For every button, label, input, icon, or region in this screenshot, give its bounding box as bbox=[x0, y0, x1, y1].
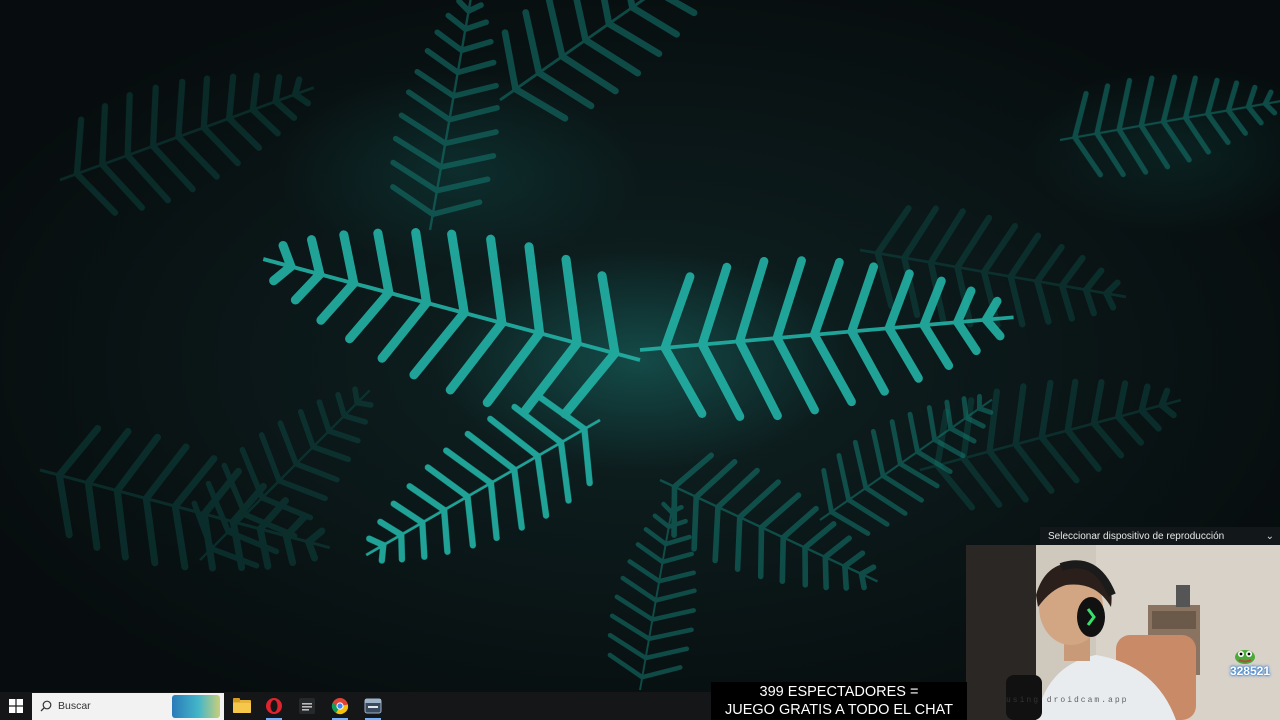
opera-icon bbox=[266, 698, 282, 714]
taskbar-chrome[interactable] bbox=[330, 696, 350, 720]
taskbar-file-explorer[interactable] bbox=[232, 696, 252, 716]
start-button[interactable] bbox=[0, 692, 32, 720]
webcam-overlay: using droidcam.app 328521 bbox=[966, 545, 1280, 720]
file-explorer-icon bbox=[233, 698, 251, 713]
search-highlight-image[interactable] bbox=[172, 695, 220, 718]
playback-device-selector[interactable]: Seleccionar dispositivo de reproducción … bbox=[1040, 527, 1280, 546]
follower-counter: 328521 bbox=[1229, 664, 1270, 678]
banner-line-2: JUEGO GRATIS A TODO EL CHAT bbox=[724, 702, 954, 718]
taskbar-game-launcher[interactable] bbox=[297, 696, 317, 716]
game-launcher-icon bbox=[299, 698, 315, 714]
droidcam-watermark: using droidcam.app bbox=[1006, 696, 1129, 705]
search-placeholder: Buscar bbox=[58, 700, 91, 712]
search-icon bbox=[40, 700, 52, 712]
banner-line-1: 399 ESPECTADORES = bbox=[759, 684, 919, 700]
chrome-icon bbox=[331, 698, 349, 715]
windows-logo-icon bbox=[9, 699, 23, 713]
playback-device-label: Seleccionar dispositivo de reproducción bbox=[1048, 531, 1225, 542]
stream-banner: 399 ESPECTADORES = JUEGO GRATIS A TODO E… bbox=[711, 682, 967, 720]
pepe-emote-icon bbox=[1235, 650, 1255, 664]
taskbar-search-box[interactable]: Buscar bbox=[32, 693, 224, 720]
taskbar: Buscar bbox=[0, 692, 711, 720]
chevron-down-icon[interactable]: ⌄ bbox=[1266, 527, 1274, 546]
taskbar-app-window[interactable] bbox=[363, 696, 383, 720]
app-window-icon bbox=[364, 698, 382, 714]
webcam-feed-image bbox=[966, 545, 1280, 720]
taskbar-opera[interactable] bbox=[264, 696, 284, 720]
